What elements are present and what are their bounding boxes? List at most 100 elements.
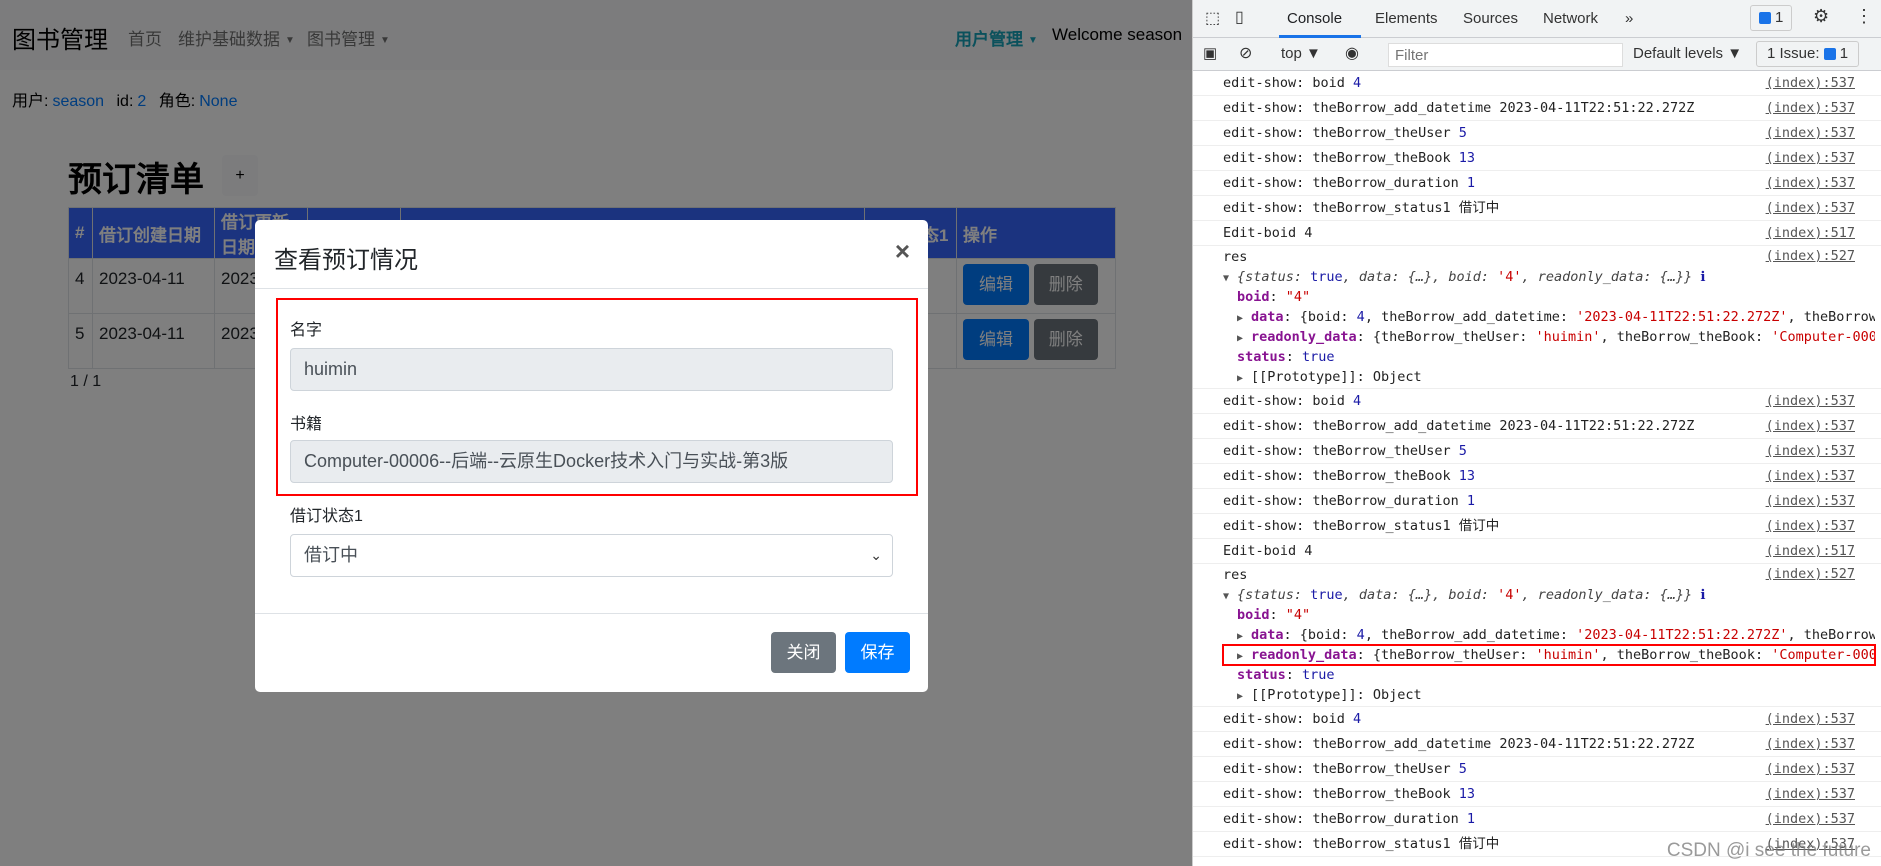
source-link[interactable]: (index):537	[1766, 732, 1855, 756]
expand-triangle-icon: ▼	[1223, 273, 1230, 284]
inspect-icon[interactable]: ⬚	[1205, 8, 1220, 28]
source-link[interactable]: (index):537	[1766, 489, 1855, 513]
message-text: 4	[1353, 393, 1362, 409]
messages-badge[interactable]: 1	[1750, 5, 1793, 31]
view-borrow-modal: 查看预订情况 × 名字 huimin 书籍 Computer-00006--后端…	[255, 220, 928, 692]
message-text: 4	[1353, 711, 1362, 727]
more-vert-icon[interactable]: ⋮	[1855, 6, 1873, 27]
console-message: edit-show: theBorrow_add_datetime 2023-0…	[1193, 414, 1881, 439]
source-link[interactable]: (index):537	[1766, 96, 1855, 120]
devtools-tabbar: ⬚ ▯ Console Elements Sources Network » 1…	[1193, 0, 1881, 38]
more-tabs-icon[interactable]: »	[1625, 10, 1633, 27]
property-text: status	[1237, 349, 1286, 365]
message-text: res	[1223, 567, 1248, 583]
book-field[interactable]: Computer-00006--后端--云原生Docker技术入门与实战-第3版	[290, 440, 893, 483]
issue-icon	[1823, 48, 1836, 61]
property-text: data	[1251, 309, 1284, 325]
property-text: , readonly_data: {…}}	[1521, 269, 1693, 285]
source-link[interactable]: (index):527	[1766, 564, 1855, 584]
property-text: , theBorrow_add_datetime:	[1364, 627, 1577, 643]
property-text: '4'	[1497, 269, 1522, 285]
expand-triangle-icon: ▶	[1237, 313, 1244, 324]
message-text: 1	[1466, 175, 1475, 191]
object-property-line[interactable]: ▶ readonly_data: {theBorrow_theUser: 'hui…	[1222, 644, 1876, 666]
sidebar-toggle-icon[interactable]: ▣	[1203, 44, 1217, 62]
source-link[interactable]: (index):537	[1766, 707, 1855, 731]
console-message: edit-show: theBorrow_add_datetime 2023-0…	[1193, 732, 1881, 757]
close-button[interactable]: 关闭	[771, 632, 836, 673]
gear-icon[interactable]: ⚙	[1813, 6, 1829, 27]
chevron-down-icon: ⌄	[870, 547, 882, 563]
object-property-line[interactable]: ▼ {status: true, data: {…}, boid: '4', re…	[1223, 585, 1875, 605]
clear-console-icon[interactable]: ⊘	[1239, 43, 1252, 63]
object-property-line[interactable]: ▶ [[Prototype]]: Object	[1223, 685, 1875, 705]
source-link[interactable]: (index):537	[1766, 439, 1855, 463]
object-property-line[interactable]: ▼ {status: true, data: {…}, boid: '4', re…	[1223, 267, 1875, 287]
console-message: Edit-boid 4 (index):517	[1193, 221, 1881, 246]
issues-button[interactable]: 1 Issue: 1	[1756, 41, 1860, 67]
console-message: edit-show: theBorrow_theBook 13 (index):5…	[1193, 146, 1881, 171]
web-page: 图书管理 首页 维护基础数据▼ 图书管理▼ 用户管理▼ Welcome seas…	[0, 0, 1192, 866]
console-message: Edit-boid 4 (index):517	[1193, 539, 1881, 564]
object-property-line[interactable]: ▶ [[Prototype]]: Object	[1223, 367, 1875, 387]
name-field[interactable]: huimin	[290, 348, 893, 391]
property-text: :	[1285, 349, 1303, 365]
filter-input[interactable]	[1388, 43, 1623, 67]
object-property-line[interactable]: ▶ data: {boid: 4, theBorrow_add_datetime:…	[1223, 307, 1875, 327]
property-text: , data: {…}, boid:	[1342, 269, 1498, 285]
tab-elements[interactable]: Elements	[1375, 10, 1438, 27]
levels-label: Default levels	[1633, 45, 1724, 62]
console-messages: edit-show: boid 4 (index):537 edit-show: t…	[1193, 71, 1881, 857]
expand-triangle-icon: ▶	[1237, 651, 1244, 662]
source-link[interactable]: (index):537	[1766, 71, 1855, 95]
console-message: edit-show: theBorrow_status1 借订中 (index):…	[1193, 196, 1881, 221]
source-link[interactable]: (index):537	[1766, 146, 1855, 170]
status-selected: 借订中	[304, 545, 358, 565]
source-link[interactable]: (index):537	[1766, 782, 1855, 806]
source-link[interactable]: (index):527	[1766, 246, 1855, 266]
source-link[interactable]: (index):537	[1766, 389, 1855, 413]
status-select[interactable]: 借订中 ⌄	[290, 534, 893, 577]
source-link[interactable]: (index):537	[1766, 171, 1855, 195]
message-text: res	[1223, 249, 1248, 265]
source-link[interactable]: (index):537	[1766, 121, 1855, 145]
property-text: '2023-04-11T22:51:22.272Z'	[1576, 309, 1788, 325]
context-select[interactable]: top ▼	[1281, 45, 1321, 62]
source-link[interactable]: (index):537	[1766, 807, 1855, 831]
object-property-line[interactable]: ▶ readonly_data: {theBorrow_theUser: 'hui…	[1223, 327, 1875, 347]
eye-icon[interactable]: ◉	[1345, 43, 1359, 63]
property-text: , theBorrow_add_datetime:	[1364, 309, 1577, 325]
source-link[interactable]: (index):537	[1766, 414, 1855, 438]
message-text: 1	[1466, 811, 1475, 827]
console-message: edit-show: theBorrow_status1 借订中 (index):…	[1193, 514, 1881, 539]
close-icon[interactable]: ×	[895, 236, 910, 267]
source-link[interactable]: (index):537	[1766, 464, 1855, 488]
source-link[interactable]: (index):537	[1766, 757, 1855, 781]
watermark: CSDN @i see the future	[1666, 840, 1871, 861]
book-label: 书籍	[290, 416, 323, 433]
console-message: edit-show: boid 4 (index):537	[1193, 707, 1881, 732]
object-property-line[interactable]: ▶ data: {boid: 4, theBorrow_add_datetime:…	[1223, 625, 1875, 645]
source-link[interactable]: (index):537	[1766, 514, 1855, 538]
device-toggle-icon[interactable]: ▯	[1235, 7, 1244, 27]
object-property-line: status: true	[1223, 347, 1875, 367]
tab-sources[interactable]: Sources	[1463, 10, 1518, 27]
property-text: :	[1269, 607, 1286, 623]
tab-console[interactable]: Console	[1287, 10, 1342, 27]
console-message: edit-show: boid 4 (index):537	[1193, 389, 1881, 414]
message-text: edit-show: boid	[1223, 711, 1354, 727]
source-link[interactable]: (index):517	[1766, 221, 1855, 245]
property-text: , data: {…}, boid:	[1342, 587, 1498, 603]
property-text: : {theBorrow_theUser:	[1356, 329, 1536, 345]
levels-select[interactable]: Default levels ▼	[1633, 45, 1742, 62]
console-message: edit-show: theBorrow_duration 1 (index):5…	[1193, 171, 1881, 196]
save-button[interactable]: 保存	[845, 632, 910, 673]
message-text: edit-show: boid	[1223, 75, 1354, 91]
message-text: 5	[1458, 125, 1467, 141]
tab-network[interactable]: Network	[1543, 10, 1598, 27]
source-link[interactable]: (index):517	[1766, 539, 1855, 563]
property-text: '4'	[1497, 587, 1522, 603]
message-text: edit-show: theBorrow_add_datetime 2023-0…	[1223, 418, 1695, 434]
source-link[interactable]: (index):537	[1766, 196, 1855, 220]
message-text: 5	[1458, 761, 1467, 777]
